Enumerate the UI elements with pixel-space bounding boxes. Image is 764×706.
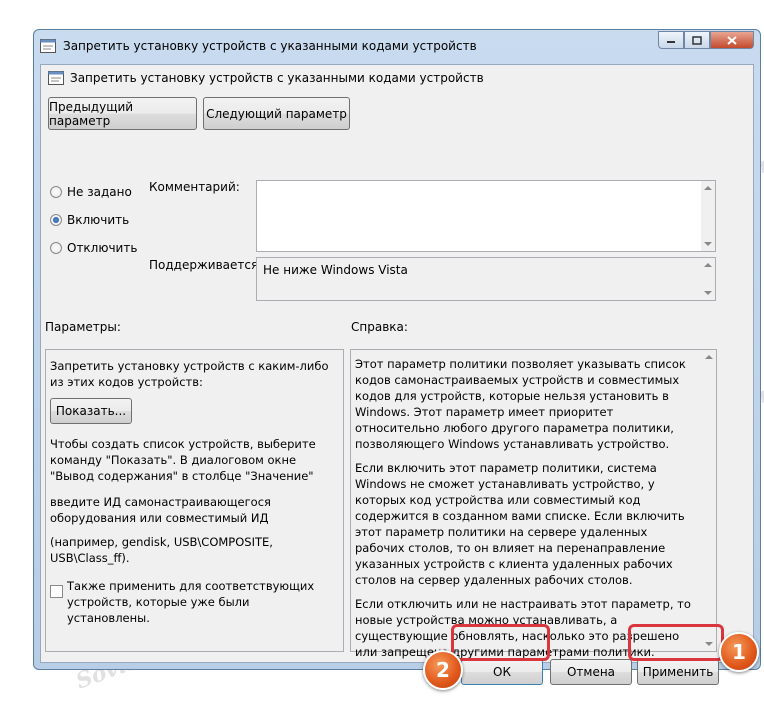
options-paragraph-2: введите ИД самонастраивающегося оборудов… [50, 495, 271, 525]
radio-label: Не задано [67, 185, 132, 199]
also-apply-label: Также применить для соответствующих устр… [67, 579, 315, 625]
minimize-button[interactable] [658, 31, 684, 49]
close-icon [727, 35, 737, 45]
help-label: Справка: [351, 320, 408, 334]
options-label: Параметры: [45, 320, 121, 334]
scroll-up-icon[interactable] [705, 355, 713, 359]
scroll-down-icon[interactable] [704, 291, 712, 295]
ok-highlight [451, 624, 550, 661]
comment-textbox[interactable] [256, 180, 716, 252]
minimize-icon [667, 41, 675, 43]
policy-heading-icon [48, 71, 64, 85]
radio-button[interactable] [50, 214, 62, 226]
policy-heading: Запретить установку устройств с указанны… [70, 71, 484, 85]
policy-window: Запретить установку устройств с указанны… [33, 29, 761, 685]
supported-textbox: Не ниже Windows Vista [256, 257, 716, 301]
window-title: Запретить установку устройств с указанны… [63, 39, 477, 53]
apply-button[interactable]: Применить [637, 659, 719, 685]
options-intro: Запретить установку устройств с каким-ли… [50, 359, 329, 389]
cancel-button[interactable]: Отмена [550, 659, 632, 685]
help-paragraph-1: Этот параметр политики позволяет указыва… [355, 357, 686, 451]
dialog-client-area: Запретить установку устройств с указанны… [40, 64, 754, 685]
apply-highlight [628, 624, 724, 661]
also-apply-checkbox-row[interactable]: Также применить для соответствующих устр… [50, 578, 335, 626]
radio-not-configured[interactable]: Не задано [50, 185, 132, 199]
close-button[interactable] [710, 31, 754, 49]
radio-disabled[interactable]: Отключить [50, 241, 137, 255]
options-panel: Запретить установку устройств с каким-ли… [45, 349, 344, 652]
supported-value: Не ниже Windows Vista [263, 263, 408, 277]
radio-button[interactable] [50, 186, 62, 198]
scroll-down-icon[interactable] [704, 242, 712, 246]
step-1-badge: 1 [719, 632, 759, 672]
show-button[interactable]: Показать... [50, 398, 132, 424]
comment-label: Комментарий: [149, 180, 240, 194]
radio-label: Включить [67, 213, 130, 227]
radio-enabled[interactable]: Включить [50, 213, 129, 227]
help-scrollbar[interactable] [702, 350, 716, 651]
scroll-up-icon[interactable] [704, 263, 712, 267]
policy-icon [40, 39, 56, 53]
options-paragraph-3: (например, gendisk, USB\COMPOSITE, USB\C… [50, 535, 273, 565]
supported-scrollbar[interactable] [701, 258, 715, 300]
radio-button[interactable] [50, 242, 62, 254]
scroll-up-icon[interactable] [704, 186, 712, 190]
maximize-button[interactable] [684, 31, 710, 49]
help-paragraph-2: Если включить этот параметр политики, си… [355, 461, 685, 587]
maximize-icon [692, 35, 702, 45]
help-panel: Этот параметр политики позволяет указыва… [350, 349, 717, 659]
options-paragraph-1: Чтобы создать список устройств, выберите… [50, 437, 316, 483]
window-controls [658, 31, 754, 51]
comment-scrollbar[interactable] [701, 181, 715, 251]
previous-setting-button[interactable]: Предыдущий параметр [48, 97, 197, 130]
help-text: Этот параметр политики позволяет указыва… [355, 356, 697, 668]
radio-label: Отключить [67, 241, 138, 255]
ok-button[interactable]: ОК [461, 659, 543, 685]
supported-label: Поддерживается: [149, 258, 263, 272]
title-bar[interactable]: Запретить установку устройств с указанны… [34, 30, 760, 62]
next-setting-button[interactable]: Следующий параметр [203, 97, 350, 130]
also-apply-checkbox[interactable] [50, 585, 63, 598]
step-2-badge: 2 [423, 650, 463, 690]
